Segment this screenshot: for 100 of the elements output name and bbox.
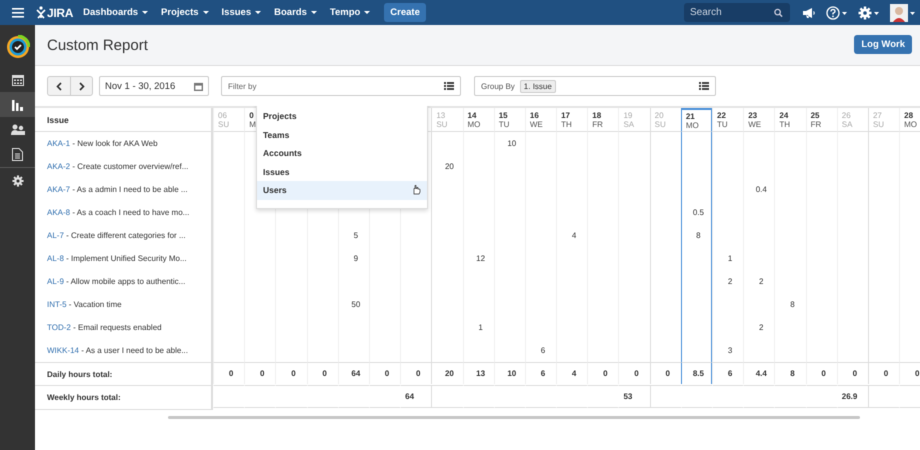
day-header[interactable]: 21 MO <box>680 108 712 132</box>
table-cell: 10 <box>494 132 525 155</box>
issue-summary: - Allow mobile apps to authentic... <box>66 277 186 286</box>
table-cell <box>680 293 712 316</box>
weekly-total-cell <box>774 385 806 408</box>
create-button[interactable]: Create <box>384 3 426 22</box>
app-logo-icon[interactable] <box>6 35 30 59</box>
caret-icon <box>142 10 148 14</box>
dropdown-item[interactable]: Accounts <box>257 144 427 162</box>
nav-menu[interactable]: Projects <box>161 7 209 18</box>
search-field[interactable]: Search <box>684 3 790 22</box>
table-cell <box>680 132 712 155</box>
issue-summary: - As a coach I need to have mo... <box>72 208 190 217</box>
weekly-total-cell <box>244 385 276 408</box>
day-header[interactable]: 28 MO <box>899 108 920 132</box>
nav-menu[interactable]: Boards <box>274 7 317 18</box>
issue-link[interactable]: INT-5 <box>47 300 67 309</box>
issue-link[interactable]: AL-9 <box>47 277 64 286</box>
nav-menu[interactable]: Issues <box>222 7 262 18</box>
issue-summary: - Create different categories for ... <box>66 231 186 240</box>
logo-icon <box>36 6 46 19</box>
day-header[interactable]: 22 TU <box>712 108 744 132</box>
avatar-icon[interactable] <box>890 4 916 22</box>
table-cell: 50 <box>338 293 369 316</box>
date-range-field[interactable]: Nov 1 - 30, 2016 <box>99 76 209 96</box>
dropdown-item[interactable]: Teams <box>257 126 427 144</box>
issue-link[interactable]: AKA-8 <box>47 208 70 217</box>
weekly-total-cell <box>743 385 774 408</box>
weekly-total-cell <box>368 385 400 408</box>
calendar-icon <box>12 74 24 86</box>
dropdown-item[interactable]: Users <box>257 181 427 200</box>
dropdown-item[interactable]: Issues <box>257 162 427 181</box>
day-header[interactable]: 15 TU <box>494 108 525 132</box>
menu-icon[interactable] <box>12 8 24 18</box>
weekly-total-cell <box>556 385 588 408</box>
nav-menu[interactable]: Dashboards <box>83 7 148 18</box>
daily-total-cell: 0 <box>587 362 618 384</box>
day-header[interactable]: 14 MO <box>462 108 494 132</box>
list-icon <box>699 82 709 90</box>
table-cell: 0.5 <box>680 201 712 224</box>
issue-link[interactable]: AKA-7 <box>47 185 70 194</box>
issue-link[interactable]: AL-8 <box>47 254 64 263</box>
sidebar-item[interactable] <box>0 92 35 117</box>
table-cell: 2 <box>712 270 744 293</box>
day-header[interactable]: 25 FR <box>806 108 837 132</box>
day-header[interactable]: 17 TH <box>556 108 588 132</box>
day-header[interactable]: 24 TH <box>774 108 806 132</box>
nav-menu[interactable]: Tempo <box>330 7 370 18</box>
dropdown-item[interactable]: Projects <box>257 107 427 126</box>
day-header[interactable]: 18 FR <box>587 108 618 132</box>
help-icon[interactable] <box>826 6 848 20</box>
weekly-total-cell <box>306 385 338 408</box>
daily-total-cell: 4 <box>556 362 588 384</box>
megaphone-icon[interactable] <box>802 6 816 18</box>
issue-link[interactable]: AL-7 <box>47 231 64 240</box>
caret-icon <box>202 10 209 14</box>
daily-total-cell: 10 <box>494 362 525 384</box>
group-by-field[interactable]: Group By 1. Issue <box>474 76 716 96</box>
total-label: Weekly hours total: <box>35 385 213 410</box>
weekly-total-cell <box>587 385 618 408</box>
settings-icon[interactable] <box>858 6 880 20</box>
table-cell <box>680 270 712 293</box>
chevron-right-icon <box>78 82 84 90</box>
weekly-total-cell <box>213 385 244 408</box>
logo-text[interactable]: JIRA <box>47 6 74 20</box>
daily-total-cell: 0 <box>618 362 650 384</box>
total-label: Daily hours total: <box>35 362 213 385</box>
issue-summary: - Email requests enabled <box>73 323 162 332</box>
issue-link[interactable]: AKA-1 <box>47 139 70 148</box>
day-header[interactable]: 23 WE <box>743 108 774 132</box>
issue-link[interactable]: TOD-2 <box>47 323 71 332</box>
weekly-total-cell: 64 <box>400 385 432 408</box>
daily-total-cell: 0 <box>275 362 307 384</box>
table-cell: 9 <box>338 247 369 270</box>
caret-icon <box>364 10 370 14</box>
weekly-total-cell <box>275 385 307 408</box>
table-cell <box>680 339 712 362</box>
daily-total-cell: 8 <box>774 362 806 384</box>
daily-total-cell: 64 <box>338 362 369 384</box>
daily-total-cell: 0 <box>806 362 837 384</box>
caret-icon <box>310 10 317 14</box>
weekly-total-cell <box>806 385 837 408</box>
people-icon <box>10 124 24 136</box>
issue-link[interactable]: WIKK-14 <box>47 346 80 355</box>
weekly-total-cell <box>494 385 525 408</box>
table-cell: 2 <box>743 270 774 293</box>
settings-icon <box>12 174 24 186</box>
calendar-icon <box>194 82 203 90</box>
scrollbar[interactable] <box>168 416 860 419</box>
log-work-button[interactable]: Log Work <box>854 34 912 54</box>
issue-summary: - Vacation time <box>68 300 122 309</box>
group-tag[interactable]: 1. Issue <box>520 80 556 92</box>
filter-field[interactable]: Filter by <box>221 76 461 96</box>
caret-icon <box>255 10 262 14</box>
weekly-total-cell <box>650 385 681 408</box>
day-header[interactable]: 16 WE <box>524 108 556 132</box>
weekly-total-cell <box>431 385 462 408</box>
issue-summary: - Implement Unified Security Mo... <box>66 254 187 263</box>
issue-link[interactable]: AKA-2 <box>47 162 70 171</box>
daily-total-cell: 13 <box>462 362 494 384</box>
